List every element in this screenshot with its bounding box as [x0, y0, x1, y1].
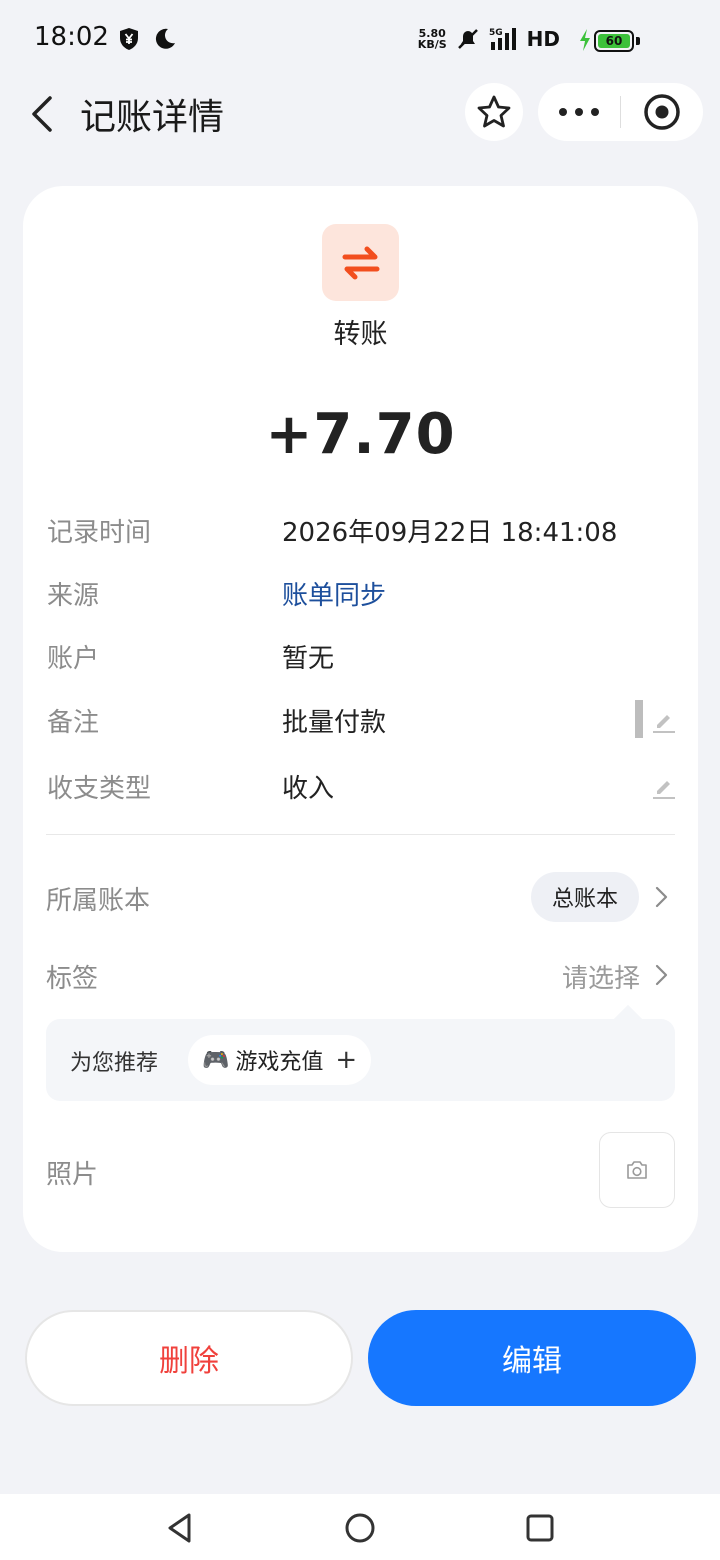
nav-recents-icon [526, 1514, 554, 1542]
page-title: 记账详情 [80, 97, 225, 138]
record-time-label: 记录时间 [47, 518, 152, 548]
net-speed: 5.80 KB/S [418, 28, 447, 50]
header: 记账详情 [0, 80, 720, 150]
record-time-value: 2026年09月22日 18:41:08 [282, 518, 618, 548]
status-left-icons [116, 26, 178, 52]
star-icon [477, 95, 511, 128]
row-account: 账户 暂无 [47, 638, 677, 678]
row-note[interactable]: 备注 批量付款 [47, 700, 677, 742]
edit-pencil-icon[interactable] [651, 774, 677, 800]
net-speed-unit: KB/S [417, 38, 447, 51]
note-value[interactable]: 批量付款 [282, 702, 386, 739]
close-mini-program-button[interactable] [621, 83, 703, 141]
battery-icon: 60 [594, 30, 634, 52]
row-source: 来源 账单同步 [47, 575, 677, 615]
edit-button[interactable]: 编辑 [368, 1310, 696, 1406]
back-icon [32, 96, 52, 132]
hd-label: HD [526, 27, 560, 51]
record-amount: +7.70 [265, 402, 456, 467]
recommend-tag-label: 游戏充值 [235, 1050, 324, 1075]
battery-cap [636, 37, 640, 45]
note-label: 备注 [47, 708, 100, 738]
photo-label: 照片 [46, 1160, 99, 1190]
moon-icon [155, 28, 175, 49]
svg-text:5G: 5G [489, 28, 503, 38]
charging-bolt-icon [580, 29, 590, 51]
nav-home-button[interactable] [338, 1506, 382, 1550]
camera-icon [627, 1161, 647, 1179]
tag-label: 标签 [46, 964, 99, 994]
favorite-button[interactable] [465, 83, 523, 141]
ledger-label: 所属账本 [46, 886, 151, 916]
add-photo-button[interactable] [599, 1132, 675, 1208]
nav-home-icon [345, 1513, 375, 1543]
nav-back-button[interactable] [158, 1506, 202, 1550]
record-type-name: 转账 [333, 319, 388, 350]
chevron-right-icon[interactable] [651, 885, 671, 909]
system-nav-bar [0, 1494, 720, 1560]
section-divider [46, 834, 675, 835]
row-income-type[interactable]: 收支类型 收入 [47, 768, 677, 808]
recommend-tag-chip[interactable]: 🎮 游戏充值 + [188, 1035, 372, 1085]
ledger-chip[interactable]: 总账本 [531, 872, 639, 922]
income-type-label: 收支类型 [47, 774, 152, 804]
income-type-value[interactable]: 收入 [282, 768, 334, 805]
row-record-time: 记录时间 2026年09月22日 18:41:08 [47, 512, 677, 552]
tag-select[interactable]: 请选择 [562, 958, 640, 995]
add-tag-icon: + [335, 1045, 358, 1075]
recommend-pointer [613, 1004, 643, 1034]
delete-button[interactable]: 删除 [25, 1310, 353, 1406]
more-icon [559, 108, 599, 116]
nav-recents-button[interactable] [518, 1506, 562, 1550]
battery-level: 60 [598, 34, 630, 48]
recommend-label: 为您推荐 [70, 1051, 159, 1076]
target-icon [644, 94, 680, 130]
back-button[interactable] [22, 92, 62, 136]
shield-yen-icon [120, 28, 138, 50]
status-time: 18:02 [34, 22, 109, 52]
tag-recommendation-panel: 为您推荐 🎮 游戏充值 + [46, 1004, 675, 1101]
status-right-icons: 5.80 KB/S 5G HD [418, 26, 560, 52]
account-label: 账户 [47, 644, 100, 674]
source-link[interactable]: 账单同步 [282, 575, 386, 612]
account-value: 暂无 [282, 644, 335, 674]
transfer-icon [342, 246, 379, 279]
mute-bell-icon [457, 29, 478, 49]
record-card: 转账 +7.70 记录时间 2026年09月22日 18:41:08 来源 账单… [23, 186, 698, 1252]
status-bar: 18:02 5.80 KB/S 5G HD 60 [0, 0, 720, 80]
source-label: 来源 [47, 581, 100, 611]
nav-back-icon [168, 1513, 191, 1543]
text-cursor [635, 700, 643, 738]
mini-program-capsule [538, 83, 703, 141]
edit-pencil-icon[interactable] [651, 708, 677, 734]
transfer-type-icon [322, 224, 399, 301]
chevron-right-icon[interactable] [651, 963, 671, 987]
more-button[interactable] [538, 83, 620, 141]
gamepad-icon: 🎮 [202, 1047, 230, 1073]
screen: 18:02 5.80 KB/S 5G HD 60 记账详情 转账 +7.70 记… [0, 0, 720, 1560]
signal-icon: 5G [489, 28, 516, 50]
